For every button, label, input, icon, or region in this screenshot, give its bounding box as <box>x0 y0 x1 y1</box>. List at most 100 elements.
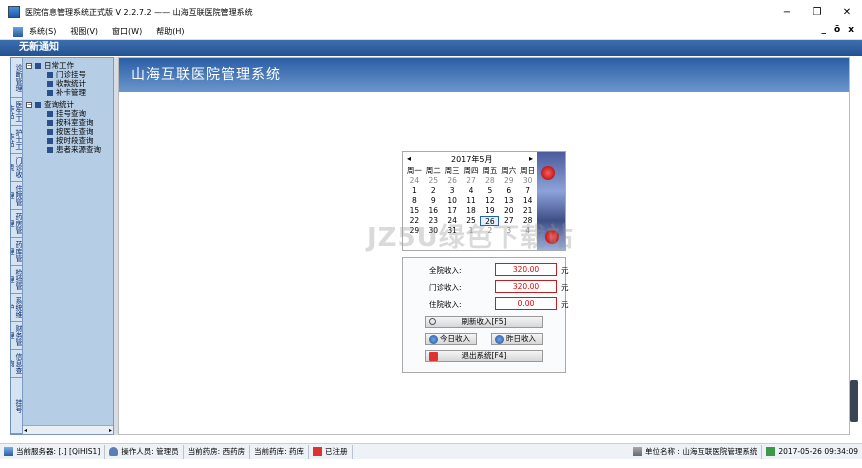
calendar-day[interactable]: 27 <box>462 176 481 186</box>
power-icon <box>429 352 438 361</box>
outpatient-income-field[interactable]: 320.00 <box>495 280 557 293</box>
registered-icon <box>313 447 323 456</box>
collapse-icon[interactable]: − <box>26 62 32 69</box>
calendar-header: ◂ 2017年5月 ▸ <box>403 154 538 164</box>
app-icon <box>8 6 20 18</box>
tree-hscrollbar[interactable]: ◂ ▸ <box>23 425 113 434</box>
next-month-icon[interactable]: ▸ <box>529 154 533 163</box>
scroll-left-icon[interactable]: ◂ <box>24 427 27 434</box>
calendar-day[interactable]: 21 <box>518 206 537 216</box>
collapse-icon[interactable]: − <box>26 101 32 108</box>
total-income-field[interactable]: 320.00 <box>495 263 557 276</box>
tree-item[interactable]: 收款统计 <box>47 79 86 88</box>
node-icon <box>47 119 53 126</box>
inpatient-income-row: 住院收入: 0.00 元 <box>403 297 569 311</box>
node-icon <box>47 89 53 96</box>
calendar-day[interactable]: 5 <box>480 186 499 196</box>
mdi-app-icon <box>13 26 23 37</box>
unit-label: 元 <box>561 300 569 309</box>
status-pharmacy: 当前药房: 西药房 <box>184 444 251 459</box>
menu-view[interactable]: 视图(V) <box>70 26 98 37</box>
calendar-day[interactable]: 2 <box>424 186 443 196</box>
node-icon <box>47 146 53 153</box>
calendar-day[interactable]: 7 <box>518 186 537 196</box>
weekday-row: 周一 周二 周三 周四 周五 周六 周日 <box>405 166 537 176</box>
mdi-close-icon[interactable]: x <box>848 25 854 35</box>
refresh-income-button[interactable]: 刷新收入[F5] <box>425 316 543 328</box>
calendar-day[interactable]: 3 <box>443 186 462 196</box>
tree-group-query[interactable]: − 查询统计 <box>26 100 74 109</box>
node-icon <box>47 128 53 135</box>
calendar-day[interactable]: 18 <box>462 206 481 216</box>
status-datetime: 2017-05-26 09:34:09 <box>762 445 862 459</box>
mdi-controls: _ ō x <box>822 25 855 35</box>
node-icon <box>47 137 53 144</box>
calendar-month: 2017年5月 <box>451 155 493 164</box>
tree-item[interactable]: 按时段查询 <box>47 136 94 145</box>
tree-item[interactable]: 门诊挂号 <box>47 70 86 79</box>
calendar-day[interactable]: 26 <box>443 176 462 186</box>
calendar-day[interactable]: 13 <box>499 196 518 206</box>
notice-bar: 无新通知 <box>0 40 862 56</box>
server-icon <box>4 447 13 456</box>
menu-system[interactable]: 系统(S) <box>29 26 56 37</box>
yesterday-income-button[interactable]: 昨日收入 <box>491 333 543 345</box>
search-icon <box>429 318 436 325</box>
tree-item[interactable]: 补卡管理 <box>47 88 86 97</box>
total-income-label: 全院收入: <box>429 266 462 275</box>
calendar-day[interactable]: 17 <box>443 206 462 216</box>
node-icon <box>47 80 53 87</box>
menu-help[interactable]: 帮助(H) <box>156 26 184 37</box>
calendar-day[interactable]: 25 <box>424 176 443 186</box>
mdi-minimize-icon[interactable]: _ <box>822 25 827 35</box>
calendar-day[interactable]: 6 <box>499 186 518 196</box>
exit-system-button[interactable]: 退出系统[F4] <box>425 350 543 362</box>
close-icon[interactable]: ✕ <box>832 0 862 24</box>
calendar-day[interactable]: 28 <box>480 176 499 186</box>
rose-icon <box>541 166 555 180</box>
calendar-day[interactable]: 12 <box>480 196 499 206</box>
calendar-day[interactable]: 1 <box>405 186 424 196</box>
inpatient-income-field[interactable]: 0.00 <box>495 297 557 310</box>
calendar-week: 1 2 3 4 5 6 7 <box>405 186 537 196</box>
unit-label: 元 <box>561 283 569 292</box>
calendar-icon <box>766 447 776 456</box>
nav-tree: − 日常工作 门诊挂号 收款统计 补卡管理 − 查询统计 挂号查询 按科室查询 … <box>22 57 114 435</box>
prev-month-icon[interactable]: ◂ <box>407 154 411 163</box>
calendar-day[interactable]: 19 <box>480 206 499 216</box>
status-registered: 已注册 <box>309 444 353 459</box>
calendar-day[interactable]: 30 <box>518 176 537 186</box>
calendar-day[interactable]: 10 <box>443 196 462 206</box>
tree-item[interactable]: 按医生查询 <box>47 127 94 136</box>
window-title: 医院信息管理系统正式版 V 2.2.7.2 —— 山海互联医院管理系统 <box>25 7 253 17</box>
main-area: 山海互联医院管理系统 ◂ 2017年5月 ▸ 周一 周二 周三 周四 周五 周六… <box>118 57 850 435</box>
right-edge-handle[interactable] <box>850 380 858 422</box>
calendar-day[interactable]: 9 <box>424 196 443 206</box>
tree-group-daily[interactable]: − 日常工作 <box>26 61 74 70</box>
tree-item[interactable]: 按科室查询 <box>47 118 94 127</box>
minimize-icon[interactable]: − <box>772 0 802 24</box>
scroll-right-icon[interactable]: ▸ <box>109 427 112 434</box>
calendar-day[interactable]: 14 <box>518 196 537 206</box>
calendar-day[interactable]: 20 <box>499 206 518 216</box>
calendar-day[interactable]: 15 <box>405 206 424 216</box>
today-income-button[interactable]: 今日收入 <box>425 333 477 345</box>
module-tabs: 诊断管理 医生工作站 护士工作站 门诊收费 住院管理 药房管理 药库管理 检验管… <box>10 57 23 435</box>
calendar-day[interactable]: 11 <box>462 196 481 206</box>
restore-icon[interactable]: ❐ <box>802 0 832 24</box>
window-controls: − ❐ ✕ <box>772 0 862 24</box>
calendar-day[interactable]: 24 <box>405 176 424 186</box>
menu-bar: 系统(S) 视图(V) 窗口(W) 帮助(H) _ ō x <box>0 24 862 40</box>
calendar-day[interactable]: 16 <box>424 206 443 216</box>
menu-window[interactable]: 窗口(W) <box>112 26 142 37</box>
node-icon <box>47 71 53 78</box>
outpatient-income-label: 门诊收入: <box>429 283 462 292</box>
mdi-restore-icon[interactable]: ō <box>834 25 840 35</box>
tree-item[interactable]: 挂号查询 <box>47 109 86 118</box>
calendar-day[interactable]: 29 <box>499 176 518 186</box>
weekday: 周六 <box>501 166 517 175</box>
tree-item[interactable]: 患者来源查询 <box>47 145 101 154</box>
calendar-day[interactable]: 8 <box>405 196 424 206</box>
calendar-day[interactable]: 4 <box>462 186 481 196</box>
title-bar: 医院信息管理系统正式版 V 2.2.7.2 —— 山海互联医院管理系统 − ❐ … <box>0 0 862 24</box>
